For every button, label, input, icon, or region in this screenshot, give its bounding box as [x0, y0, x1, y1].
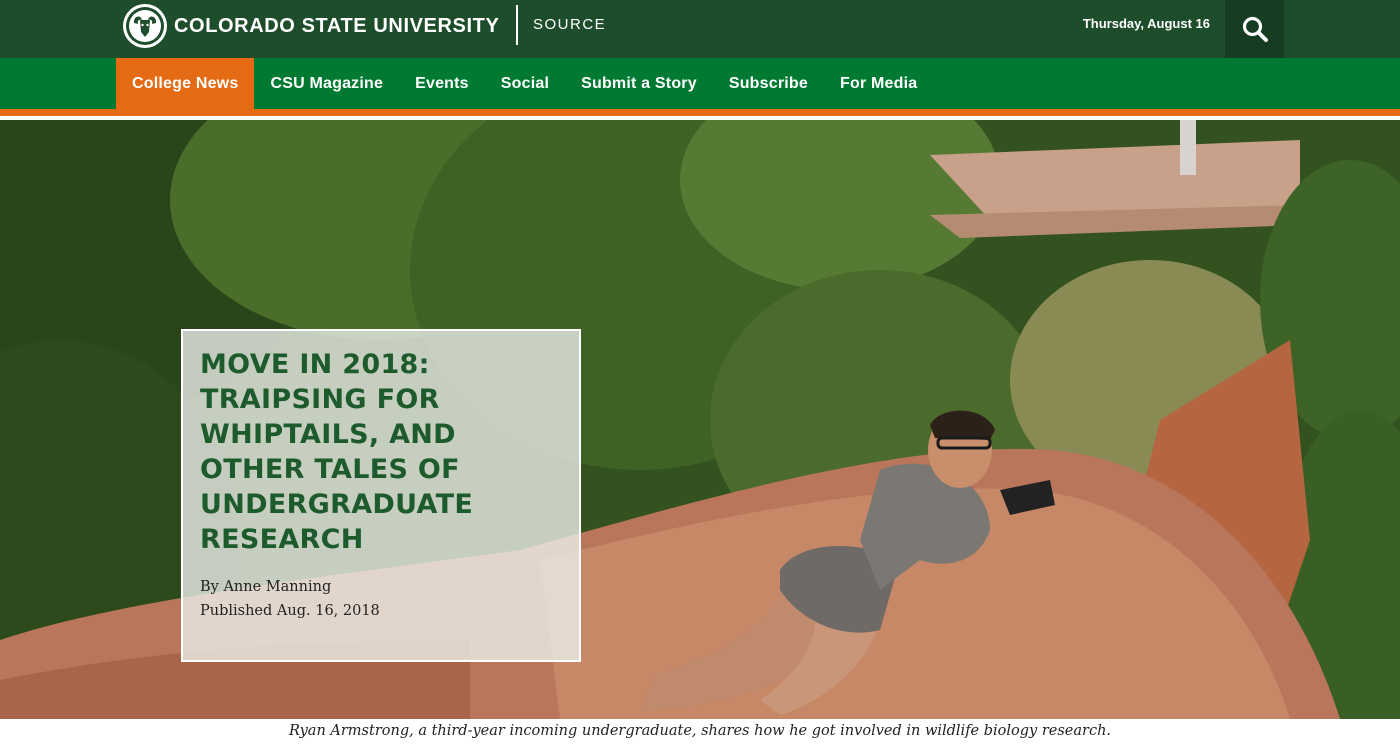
nav-item-events[interactable]: Events [399, 58, 485, 109]
search-icon [1242, 16, 1268, 42]
main-navigation: College News CSU Magazine Events Social … [0, 58, 1400, 109]
current-date: Thursday, August 16 [1082, 16, 1210, 31]
site-header: COLORADO STATE UNIVERSITY SOURCE Thursda… [0, 0, 1400, 58]
article-meta: By Anne Manning Published Aug. 16, 2018 [200, 575, 562, 623]
nav-item-social[interactable]: Social [485, 58, 565, 109]
search-button[interactable] [1225, 0, 1284, 58]
nav-item-for-media[interactable]: For Media [824, 58, 933, 109]
ram-head-logo-icon [123, 4, 167, 48]
nav-item-submit-a-story[interactable]: Submit a Story [565, 58, 713, 109]
nav-list: College News CSU Magazine Events Social … [116, 58, 933, 109]
nav-item-subscribe[interactable]: Subscribe [713, 58, 824, 109]
article-title[interactable]: Move in 2018: Traipsing for whiptails, a… [200, 347, 562, 557]
nav-item-college-news[interactable]: College News [116, 58, 255, 109]
nav-accent-bar [0, 109, 1400, 116]
headline-card: Move in 2018: Traipsing for whiptails, a… [181, 329, 581, 662]
article-byline: By Anne Manning [200, 579, 332, 595]
university-logo-link[interactable]: COLORADO STATE UNIVERSITY [123, 4, 499, 48]
hero-image-caption: Ryan Armstrong, a third-year incoming un… [288, 723, 1112, 739]
article-published-date: Published Aug. 16, 2018 [200, 603, 380, 619]
header-divider [516, 5, 518, 45]
source-section-link[interactable]: SOURCE [533, 16, 606, 33]
nav-item-csu-magazine[interactable]: CSU Magazine [254, 58, 399, 109]
hero-image: Move in 2018: Traipsing for whiptails, a… [0, 120, 1400, 719]
university-name: COLORADO STATE UNIVERSITY [174, 14, 500, 37]
